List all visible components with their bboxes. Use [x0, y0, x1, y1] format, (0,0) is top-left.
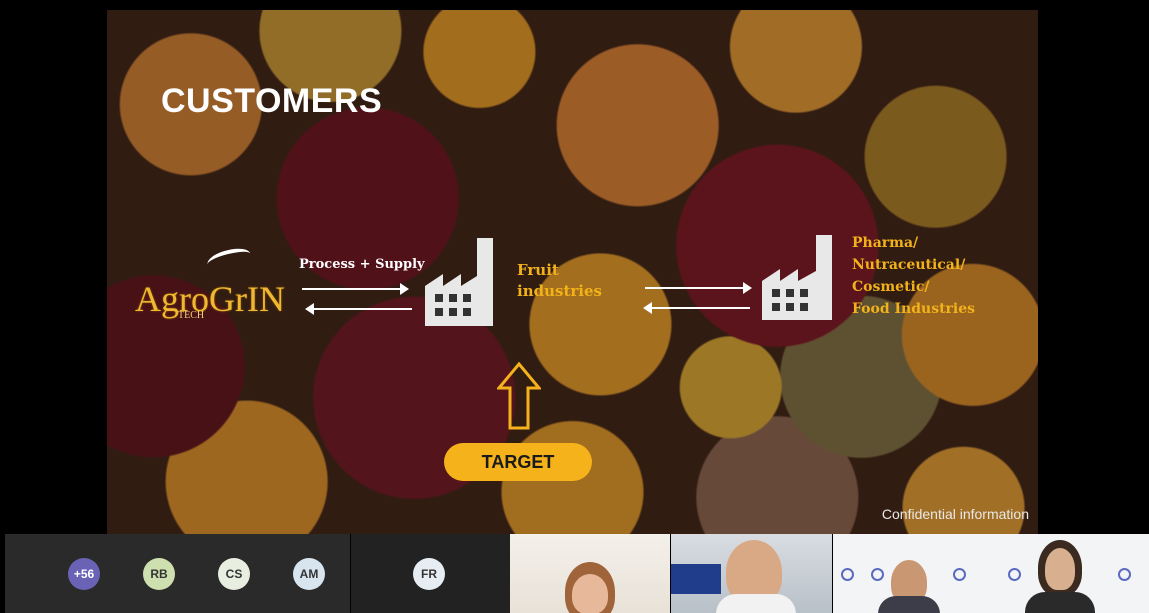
arrow-right-icon	[645, 282, 752, 294]
participant-video[interactable]	[833, 534, 1149, 613]
participant-shirt	[716, 594, 796, 613]
factory-icon	[762, 235, 840, 320]
confidential-footer: Confidential information	[881, 506, 1029, 522]
arrow-left-icon	[305, 303, 412, 315]
participant-shirt	[1025, 592, 1095, 613]
pharma-label-line: Nutraceutical/	[852, 257, 966, 273]
logo-icon	[1118, 568, 1131, 581]
arrow-left-icon	[643, 302, 750, 314]
pharma-label-line: Cosmetic/	[852, 279, 930, 295]
participant-shirt	[878, 596, 940, 613]
brand-logo: AgroGrIN	[135, 279, 285, 319]
leaf-icon	[205, 244, 253, 274]
process-supply-label: Process + Supply	[299, 257, 425, 272]
participant-face	[572, 574, 608, 613]
brand-sub: TECH	[178, 310, 205, 321]
logo-icon	[953, 568, 966, 581]
pharma-label-line: Food Industries	[852, 301, 976, 317]
avatar-group: +56 RB CS AM	[5, 534, 350, 613]
participant-tile-fr[interactable]: FR	[350, 534, 510, 613]
logo-icon	[1008, 568, 1021, 581]
fruit-label-line: Fruit	[517, 261, 559, 279]
shared-slide: CUSTOMERS AgroGrIN TECH Process + Supply…	[107, 10, 1038, 534]
target-badge: TARGET	[444, 443, 592, 481]
participant-face	[1045, 548, 1075, 590]
fruit-industries-label: Fruit industries	[517, 260, 602, 302]
background-sign	[671, 564, 721, 594]
pharma-industries-label: Pharma/ Nutraceutical/ Cosmetic/ Food In…	[852, 232, 975, 320]
participant-video[interactable]	[510, 534, 670, 613]
avatar[interactable]: AM	[293, 558, 325, 590]
factory-icon	[425, 238, 499, 326]
participant-strip: +56 RB CS AM FR	[0, 534, 1149, 613]
arrow-right-icon	[302, 283, 409, 295]
slide-title: CUSTOMERS	[161, 82, 383, 120]
fruit-label-line: industries	[517, 282, 602, 300]
logo-icon	[871, 568, 884, 581]
avatar[interactable]: CS	[218, 558, 250, 590]
overflow-participants-button[interactable]: +56	[68, 558, 100, 590]
pharma-label-line: Pharma/	[852, 235, 919, 251]
up-arrow-icon	[495, 361, 543, 435]
avatar: FR	[413, 558, 445, 590]
logo-icon	[841, 568, 854, 581]
avatar[interactable]: RB	[143, 558, 175, 590]
participant-video[interactable]	[671, 534, 832, 613]
